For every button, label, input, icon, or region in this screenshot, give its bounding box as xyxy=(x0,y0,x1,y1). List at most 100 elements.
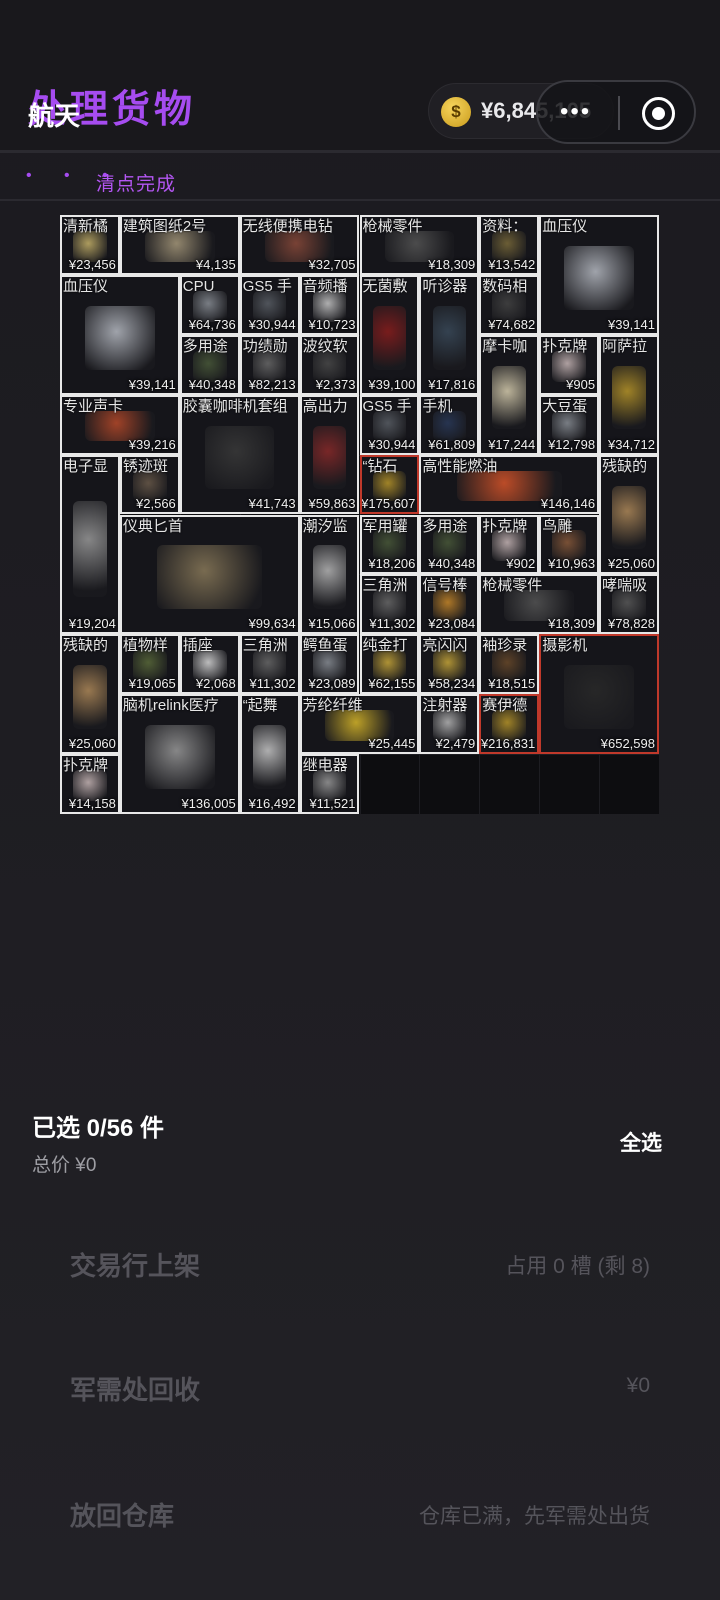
inventory-item[interactable]: 扑克牌 ¥14,158 xyxy=(60,754,120,814)
item-image xyxy=(564,245,634,310)
item-image xyxy=(564,665,634,729)
inventory-item[interactable]: 高性能燃油 ¥146,146 xyxy=(419,454,600,515)
inventory-item[interactable]: “起舞 ¥16,492 xyxy=(239,694,300,814)
item-image xyxy=(492,365,526,430)
inventory-item[interactable]: 哮喘吸 ¥78,828 xyxy=(599,574,659,635)
total-price: 总价 ¥0 xyxy=(32,1155,97,1176)
inventory-item[interactable]: 插座 ¥2,068 xyxy=(179,634,240,695)
more-icon[interactable]: ••• xyxy=(560,100,591,124)
item-name: 无菌敷 xyxy=(362,277,408,295)
item-name: 扑克牌 xyxy=(63,757,109,775)
inventory-item[interactable]: 专业声卡 ¥39,216 xyxy=(60,394,180,455)
inventory-item[interactable]: 信号棒 ¥23,084 xyxy=(419,574,480,635)
inventory-item[interactable]: 脑机relink医疗 ¥136,005 xyxy=(119,694,240,814)
item-price: ¥23,084 xyxy=(428,616,476,632)
item-name: 三角洲 xyxy=(362,577,408,595)
inventory-item[interactable]: 资料： ¥13,542 xyxy=(479,215,540,275)
item-price: ¥40,348 xyxy=(188,376,236,392)
inventory-item[interactable]: 鸟雕 ¥10,963 xyxy=(539,514,600,575)
inventory-item[interactable]: GS5 手 ¥30,944 xyxy=(359,394,420,455)
item-price: ¥13,542 xyxy=(488,256,536,272)
inventory-item[interactable]: 听诊器 ¥17,816 xyxy=(419,274,480,395)
item-name: 资料： xyxy=(482,218,528,235)
action-return-warehouse[interactable]: 放回仓库 仓库已满，先军需处出货 xyxy=(0,1460,720,1570)
item-name: 袖珍录 xyxy=(482,637,528,655)
inventory-item[interactable]: 多用途 ¥40,348 xyxy=(419,514,480,575)
item-price: ¥61,809 xyxy=(428,436,476,452)
item-image xyxy=(204,425,275,490)
inventory-item[interactable]: 胶囊咖啡机套组 ¥41,743 xyxy=(179,394,300,515)
inventory-item[interactable]: 阿萨拉 ¥34,712 xyxy=(599,334,659,455)
inventory-item[interactable]: 血压仪 ¥39,141 xyxy=(539,215,659,335)
inventory-item[interactable]: 植物样 ¥19,065 xyxy=(119,634,180,695)
item-name: GS5 手 xyxy=(362,397,412,415)
inventory-item[interactable]: 枪械零件 ¥18,309 xyxy=(479,574,600,635)
inventory-item[interactable]: 扑克牌 ¥902 xyxy=(479,514,540,575)
inventory-item[interactable]: 三角洲 ¥11,302 xyxy=(239,634,300,695)
inventory-item[interactable]: 芳纶纤维 ¥25,445 xyxy=(299,694,420,755)
item-price: ¥15,066 xyxy=(308,616,356,632)
inventory-item[interactable]: 摄影机 ¥652,598 xyxy=(539,634,659,755)
inventory-item[interactable]: 电子显 ¥19,204 xyxy=(60,454,120,635)
inventory-item[interactable]: 建筑图纸2号 ¥4,135 xyxy=(119,215,240,275)
inventory-item[interactable]: 亮闪闪 ¥58,234 xyxy=(419,634,480,695)
inventory-item[interactable]: 数码相 ¥74,682 xyxy=(479,274,540,335)
inventory-item[interactable]: 扑克牌 ¥905 xyxy=(539,334,600,395)
item-name: 插座 xyxy=(182,637,213,655)
inventory-item[interactable]: 血压仪 ¥39,141 xyxy=(60,274,180,395)
inventory-item[interactable]: 鳄鱼蛋 ¥23,089 xyxy=(299,634,360,695)
inventory-item[interactable]: 赛伊德 ¥216,831 xyxy=(479,694,540,755)
action-market-listing[interactable]: 交易行上架 占用 0 槽 (剩 8) xyxy=(0,1210,720,1320)
inventory-item[interactable]: CPU ¥64,736 xyxy=(179,274,240,335)
inventory-item[interactable]: 潮汐监 ¥15,066 xyxy=(299,514,360,635)
action-recycle[interactable]: 军需处回收 ¥0 xyxy=(0,1334,720,1444)
inventory-item[interactable]: 无线便携电钻 ¥32,705 xyxy=(239,215,360,275)
inventory-item[interactable]: 功绩勋 ¥82,213 xyxy=(239,334,300,395)
inventory-item[interactable]: 摩卡咖 ¥17,244 xyxy=(479,334,540,455)
select-all-button[interactable]: 全选 xyxy=(620,1127,662,1157)
item-image xyxy=(312,425,347,490)
inventory-item[interactable]: 波纹软 ¥2,373 xyxy=(299,334,360,395)
inventory-item[interactable]: 高出力 ¥59,863 xyxy=(299,394,360,515)
item-price: ¥32,705 xyxy=(308,256,356,272)
inventory-item[interactable]: 音频播 ¥10,723 xyxy=(299,274,360,335)
inventory-item[interactable]: “钻石 ¥175,607 xyxy=(359,454,420,515)
inventory-item[interactable]: 清新橘 ¥23,456 xyxy=(60,215,120,275)
item-price: ¥17,816 xyxy=(428,376,476,392)
inventory-item[interactable]: 纯金打 ¥62,155 xyxy=(359,634,420,695)
item-price: ¥58,234 xyxy=(428,676,476,692)
inventory-item[interactable]: 残缺的 ¥25,060 xyxy=(599,454,659,575)
inventory-item[interactable]: 注射器 ¥2,479 xyxy=(419,694,480,755)
close-target-icon[interactable] xyxy=(642,97,675,130)
item-price: ¥30,944 xyxy=(368,436,416,452)
item-price: ¥4,135 xyxy=(195,256,236,272)
item-name: 专业声卡 xyxy=(63,397,124,415)
inventory-item[interactable]: 袖珍录 ¥18,515 xyxy=(479,634,540,695)
item-price: ¥652,598 xyxy=(600,736,655,752)
item-price: ¥82,213 xyxy=(248,376,296,392)
item-name: 继电器 xyxy=(302,757,348,775)
inventory-item[interactable]: 仪典匕首 ¥99,634 xyxy=(119,514,300,635)
mini-program-capsule: ••• xyxy=(536,80,696,144)
item-price: ¥2,479 xyxy=(435,736,476,752)
item-name: 扑克牌 xyxy=(482,517,528,535)
inventory-item[interactable]: 无菌敷 ¥39,100 xyxy=(359,274,420,395)
item-image xyxy=(73,500,107,598)
inventory-item[interactable]: 继电器 ¥11,521 xyxy=(299,754,360,814)
item-name: 高性能燃油 xyxy=(422,457,498,475)
inventory-item[interactable]: 锈迹斑 ¥2,566 xyxy=(119,454,180,515)
inventory-item[interactable]: 大豆蛋 ¥12,798 xyxy=(539,394,600,455)
inventory-item[interactable]: 手机 ¥61,809 xyxy=(419,394,480,455)
inventory-item[interactable]: 三角洲 ¥11,302 xyxy=(359,574,420,635)
item-name: 枪械零件 xyxy=(482,577,543,595)
action-info: ¥0 xyxy=(626,1374,650,1397)
action-info: 占用 0 槽 (剩 8) xyxy=(505,1255,650,1278)
inventory-item[interactable]: 军用罐 ¥18,206 xyxy=(359,514,420,575)
inventory-item[interactable]: 多用途 ¥40,348 xyxy=(179,334,240,395)
inventory-item[interactable]: GS5 手 ¥30,944 xyxy=(239,274,300,335)
action-title: 放回仓库 xyxy=(70,1501,175,1531)
inventory-item[interactable]: 枪械零件 ¥18,309 xyxy=(359,215,480,275)
item-name: 大豆蛋 xyxy=(542,397,588,415)
inventory-item[interactable]: 残缺的 ¥25,060 xyxy=(60,634,120,755)
item-price: ¥2,068 xyxy=(195,676,236,692)
